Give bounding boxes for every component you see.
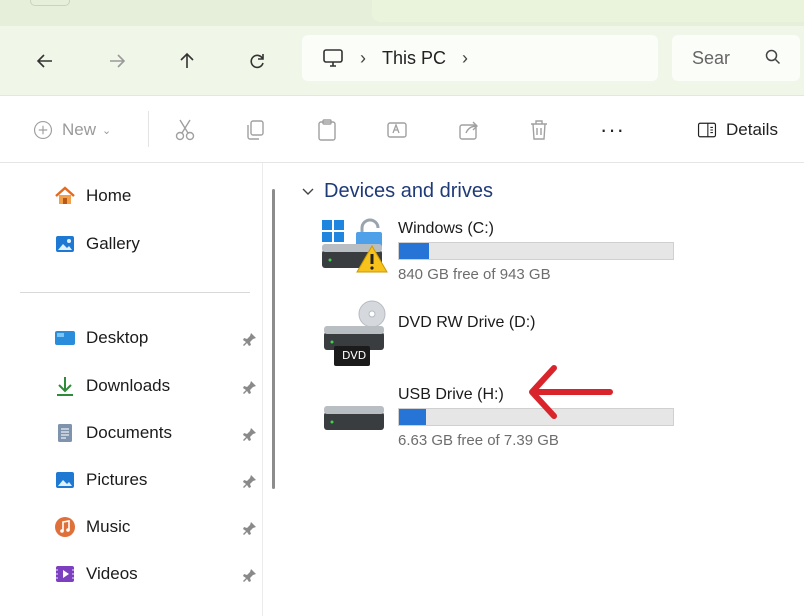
- pictures-icon: [56, 472, 74, 488]
- pin-icon[interactable]: [242, 567, 258, 583]
- search-placeholder: Sear: [692, 47, 731, 68]
- chevron-down-icon: ⌄: [102, 124, 112, 137]
- forward-button[interactable]: [100, 44, 134, 78]
- sidebar-item-music[interactable]: Music: [54, 514, 130, 540]
- sidebar-divider: [20, 292, 250, 293]
- rename-icon: [387, 122, 407, 138]
- scissors-icon: [175, 119, 195, 141]
- drive-name: Windows (C:): [398, 220, 495, 237]
- drive-free-space: 840 GB free of 943 GB: [398, 266, 551, 283]
- sidebar-item-downloads[interactable]: Downloads: [54, 373, 170, 399]
- sidebar-item-label: Music: [86, 517, 131, 536]
- sidebar-item-label: Home: [86, 186, 132, 205]
- tab-edge: [30, 0, 70, 6]
- share-icon: [459, 121, 478, 140]
- search-box[interactable]: Sear: [672, 35, 800, 81]
- drive-usage-fill: [399, 409, 427, 425]
- copy-icon: [247, 120, 264, 140]
- address-bar[interactable]: › This PC ›: [302, 35, 658, 81]
- trash-icon: [531, 120, 547, 140]
- share-button[interactable]: [456, 115, 482, 145]
- pin-icon[interactable]: [242, 379, 258, 395]
- pin-icon[interactable]: [242, 473, 258, 489]
- section-title: Devices and drives: [324, 180, 493, 202]
- pane-divider[interactable]: [262, 163, 263, 616]
- details-pane-icon: [697, 122, 717, 138]
- windows-drive-icon: [322, 218, 388, 273]
- sidebar-item-pictures[interactable]: Pictures: [54, 467, 147, 493]
- home-icon: [55, 186, 75, 204]
- new-button[interactable]: New ⌄: [32, 115, 111, 145]
- sidebar-item-label: Downloads: [86, 376, 171, 395]
- videos-icon: [56, 566, 74, 582]
- active-tab[interactable]: [372, 0, 804, 22]
- annotation-arrow-icon: [529, 365, 613, 419]
- breadcrumb-chevron[interactable]: ›: [462, 48, 468, 69]
- navigation-bar: › This PC › Sear: [0, 26, 804, 96]
- refresh-button[interactable]: [240, 44, 274, 78]
- chevron-down-icon: [302, 188, 314, 195]
- arrow-up-icon: [180, 52, 194, 68]
- details-button[interactable]: Details: [696, 115, 778, 145]
- breadcrumb-chevron[interactable]: ›: [360, 48, 366, 69]
- rename-button[interactable]: [384, 115, 410, 145]
- sidebar-item-documents[interactable]: Documents: [54, 420, 172, 446]
- drive-free-space: 6.63 GB free of 7.39 GB: [398, 432, 559, 449]
- sidebar-item-label: Pictures: [86, 470, 148, 489]
- cut-button[interactable]: [172, 115, 198, 145]
- sidebar-item-label: Gallery: [86, 234, 140, 253]
- sidebar-scrollbar[interactable]: [272, 189, 275, 489]
- dvd-badge: DVD: [342, 349, 367, 362]
- drive-name: DVD RW Drive (D:): [398, 314, 536, 331]
- ellipsis-icon: ···: [600, 117, 625, 142]
- command-bar: New ⌄ ··· Details: [0, 97, 804, 163]
- breadcrumb-this-pc[interactable]: This PC: [382, 48, 446, 69]
- pin-icon[interactable]: [242, 426, 258, 442]
- up-button[interactable]: [170, 44, 204, 78]
- new-label: New: [62, 120, 97, 139]
- sidebar-item-label: Documents: [86, 423, 172, 442]
- drive-name: USB Drive (H:): [398, 386, 504, 403]
- toolbar-separator: [148, 111, 149, 147]
- details-label: Details: [726, 120, 778, 139]
- drive-usage-bar: [398, 242, 674, 260]
- sidebar-item-gallery[interactable]: Gallery: [54, 231, 140, 257]
- back-button[interactable]: [28, 44, 62, 78]
- download-icon: [57, 377, 73, 396]
- search-icon: [765, 49, 781, 65]
- sidebar-item-label: Desktop: [86, 328, 149, 347]
- plus-circle-icon: [33, 120, 53, 140]
- clipboard-icon: [318, 119, 336, 141]
- gallery-icon: [56, 236, 74, 252]
- pin-icon[interactable]: [242, 520, 258, 536]
- more-options-button[interactable]: ···: [600, 115, 625, 145]
- tab-strip: [0, 0, 804, 26]
- sidebar-item-home[interactable]: Home: [54, 183, 131, 209]
- music-icon: [55, 517, 75, 537]
- monitor-icon: [323, 49, 343, 67]
- copy-button[interactable]: [242, 115, 268, 145]
- refresh-icon: [250, 54, 264, 69]
- paste-button[interactable]: [314, 115, 340, 145]
- sidebar-item-label: Videos: [86, 564, 138, 583]
- section-header-devices[interactable]: Devices and drives: [302, 180, 493, 203]
- sidebar-item-desktop[interactable]: Desktop: [54, 325, 148, 351]
- usb-drive-icon: [324, 406, 384, 430]
- drive-usage-fill: [399, 243, 430, 259]
- document-icon: [58, 424, 72, 442]
- arrow-left-icon: [36, 54, 52, 68]
- sidebar-item-videos[interactable]: Videos: [54, 561, 138, 587]
- delete-button[interactable]: [526, 115, 552, 145]
- desktop-icon: [55, 331, 75, 345]
- arrow-right-icon: [110, 54, 126, 68]
- pin-icon[interactable]: [242, 331, 258, 347]
